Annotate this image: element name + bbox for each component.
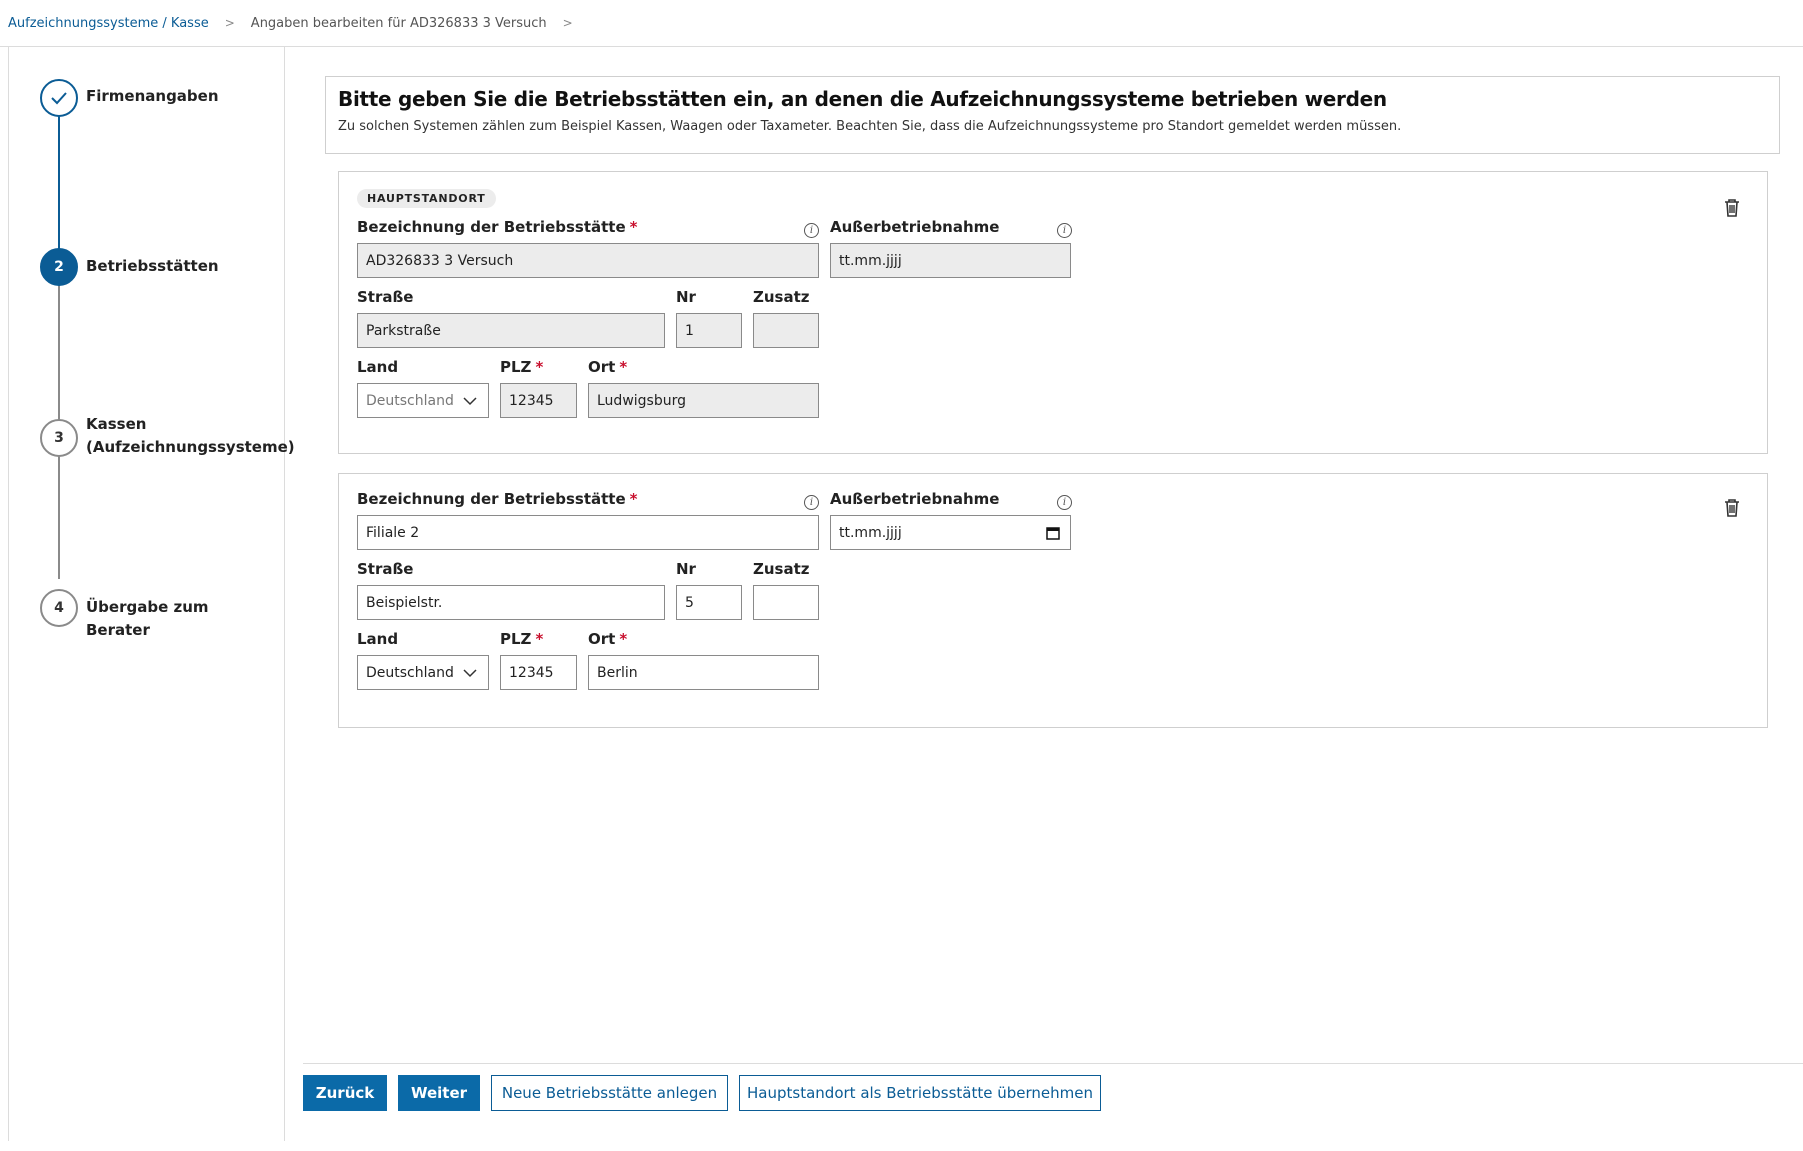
- label-land: Land: [357, 630, 399, 648]
- label-zusatz: Zusatz: [753, 560, 810, 578]
- ausserbetriebnahme-input[interactable]: tt.mm.jjjj: [830, 515, 1071, 550]
- intro-text: Zu solchen Systemen zählen zum Beispiel …: [338, 119, 1402, 134]
- step-4-label[interactable]: Übergabe zum Berater: [86, 596, 276, 642]
- step-1-check-icon[interactable]: [40, 79, 78, 117]
- nr-input[interactable]: 1: [676, 313, 742, 348]
- step-3-circle[interactable]: 3: [40, 419, 78, 457]
- label-bezeichnung: Bezeichnung der Betriebsstätte *: [357, 218, 638, 236]
- chevron-right-icon: >: [224, 16, 235, 30]
- nr-input[interactable]: 5: [676, 585, 742, 620]
- label-bezeichnung: Bezeichnung der Betriebsstätte *: [357, 490, 638, 508]
- breadcrumb: Aufzeichnungssysteme / Kasse > Angaben b…: [0, 0, 1803, 47]
- bezeichnung-input[interactable]: Filiale 2: [357, 515, 819, 550]
- info-icon[interactable]: i: [804, 223, 819, 238]
- step-1-label[interactable]: Firmenangaben: [86, 85, 276, 108]
- land-select[interactable]: Deutschland: [357, 655, 489, 690]
- breadcrumb-link[interactable]: Aufzeichnungssysteme / Kasse: [8, 16, 209, 31]
- land-select[interactable]: Deutschland: [357, 383, 489, 418]
- chevron-right-icon: >: [562, 16, 573, 30]
- label-plz: PLZ *: [500, 630, 544, 648]
- info-icon[interactable]: i: [804, 495, 819, 510]
- land-select-value: Deutschland: [366, 664, 454, 681]
- copy-main-location-button[interactable]: Hauptstandort als Betriebsstätte überneh…: [739, 1075, 1101, 1111]
- label-strasse: Straße: [357, 560, 414, 578]
- back-button[interactable]: Zurück: [303, 1075, 387, 1111]
- ausserbetriebnahme-input[interactable]: tt.mm.jjjj: [830, 243, 1071, 278]
- date-placeholder: tt.mm.jjjj: [839, 524, 902, 541]
- footer-divider: [303, 1063, 1803, 1064]
- label-nr: Nr: [676, 288, 696, 306]
- stepper: Firmenangaben 2 Betriebsstätten 3 Kassen…: [8, 47, 295, 1141]
- breadcrumb-current: Angaben bearbeiten für AD326833 3 Versuc…: [250, 15, 547, 31]
- step-connector: [58, 271, 60, 421]
- label-strasse: Straße: [357, 288, 414, 306]
- label-ausserbetriebnahme: Außerbetriebnahme: [830, 218, 1000, 236]
- strasse-input[interactable]: Parkstraße: [357, 313, 665, 348]
- info-icon[interactable]: i: [1057, 495, 1072, 510]
- step-2-label[interactable]: Betriebsstätten: [86, 255, 276, 278]
- label-ort: Ort *: [588, 630, 628, 648]
- trash-icon[interactable]: [1723, 498, 1741, 518]
- label-plz: PLZ *: [500, 358, 544, 376]
- info-icon[interactable]: i: [1057, 223, 1072, 238]
- label-land: Land: [357, 358, 399, 376]
- next-button[interactable]: Weiter: [398, 1075, 480, 1111]
- chevron-down-icon: [463, 397, 477, 406]
- main-location-badge: HAUPTSTANDORT: [357, 189, 496, 208]
- ort-input[interactable]: Ludwigsburg: [588, 383, 819, 418]
- bezeichnung-input[interactable]: AD326833 3 Versuch: [357, 243, 819, 278]
- ort-input[interactable]: Berlin: [588, 655, 819, 690]
- new-location-button[interactable]: Neue Betriebsstätte anlegen: [491, 1075, 728, 1111]
- step-3-label[interactable]: Kassen (Aufzeichnungssysteme): [86, 413, 295, 459]
- location-card-main: HAUPTSTANDORT Bezeichnung der Betriebsst…: [338, 171, 1768, 454]
- location-card-branch: Bezeichnung der Betriebsstätte * i Außerb…: [338, 473, 1768, 728]
- plz-input[interactable]: 12345: [500, 655, 577, 690]
- strasse-input[interactable]: Beispielstr.: [357, 585, 665, 620]
- label-ausserbetriebnahme: Außerbetriebnahme: [830, 490, 1000, 508]
- chevron-down-icon: [463, 669, 477, 678]
- label-zusatz: Zusatz: [753, 288, 810, 306]
- land-select-value: Deutschland: [366, 392, 454, 409]
- calendar-icon[interactable]: [1045, 525, 1061, 541]
- zusatz-input[interactable]: [753, 313, 819, 348]
- step-connector: [58, 114, 60, 264]
- page-title: Bitte geben Sie die Betriebsstätten ein,…: [338, 87, 1387, 111]
- intro-box: Bitte geben Sie die Betriebsstätten ein,…: [325, 76, 1780, 154]
- label-ort: Ort *: [588, 358, 628, 376]
- plz-input[interactable]: 12345: [500, 383, 577, 418]
- step-2-circle[interactable]: 2: [40, 248, 78, 286]
- trash-icon[interactable]: [1723, 198, 1741, 218]
- label-nr: Nr: [676, 560, 696, 578]
- step-4-circle[interactable]: 4: [40, 589, 78, 627]
- zusatz-input[interactable]: [753, 585, 819, 620]
